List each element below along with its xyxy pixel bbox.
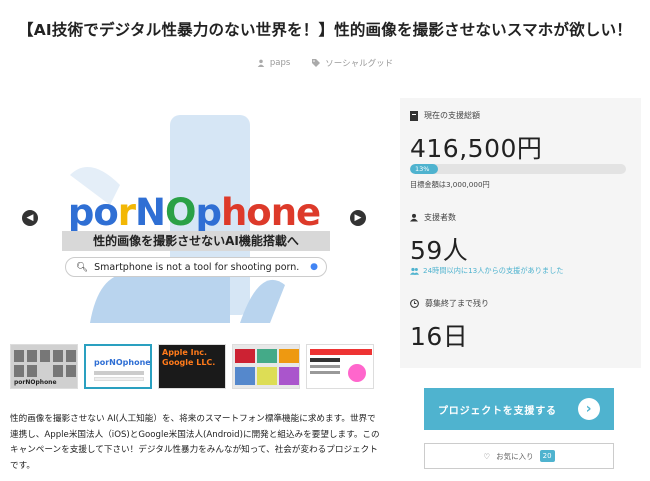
thumbnail-image [310, 349, 372, 382]
thumbnail-strip: porNOphone porNOphone Apple Inc. Google … [10, 344, 374, 389]
recent-support-note: 24時間以内に13人からの支援がありました [410, 266, 563, 276]
main-image: porNOphone 性的画像を撮影させないAI機能搭載へ 🔍︎ Smartph… [10, 115, 378, 323]
mic-icon: ● [310, 262, 318, 272]
thumbnail-caption: porNOphone [94, 358, 151, 367]
prev-arrow-button[interactable]: ◀ [22, 210, 38, 226]
thumbnail-caption: porNOphone [14, 379, 57, 386]
supporters-value: 59人 [410, 236, 469, 265]
category-name: ソーシャルグッド [325, 59, 394, 69]
support-button-label: プロジェクトを支援する [438, 405, 557, 417]
project-description: 性的画像を撮影させない AI(人工知能）を、将来のスマートフォン標準機能に求めま… [10, 414, 380, 471]
total-value: 416,500円 [410, 134, 543, 163]
next-arrow-button[interactable]: ▶ [350, 210, 366, 226]
thumbnail-3[interactable]: Apple Inc. Google LLC. [158, 344, 226, 389]
favorite-label: お気に入り [496, 451, 534, 461]
chevron-right-icon: › [578, 398, 600, 420]
user-icon [257, 59, 265, 67]
thumbnail-4[interactable] [232, 344, 300, 389]
hero-searchbar-graphic: 🔍︎ Smartphone is not a tool for shooting… [65, 257, 327, 277]
users-icon [410, 267, 419, 275]
thumbnail-2[interactable]: porNOphone [84, 344, 152, 389]
thumbnail-caption: Apple Inc. Google LLC. [162, 348, 216, 367]
user-icon [410, 213, 418, 222]
total-label: 現在の支援総額 [424, 111, 480, 120]
hero-banner: 性的画像を撮影させないAI機能搭載へ [62, 231, 330, 251]
supporters-count: 支援者数 59人 [410, 212, 468, 267]
clock-icon [410, 299, 419, 308]
remaining-label: 募集終了まで残り [425, 299, 489, 308]
favorite-button[interactable]: ♡ お気に入り 20 [424, 443, 614, 469]
tag-icon [312, 59, 321, 67]
total-funding: 現在の支援総額 416,500円 [410, 110, 542, 165]
thumbnail-image [235, 349, 299, 385]
author-name: paps [269, 58, 291, 68]
search-text: Smartphone is not a tool for shooting po… [94, 261, 300, 273]
pornophone-logo: porNOphone [67, 191, 321, 234]
project-title: 【AI技術でデジタル性暴力のない世界を！】性的画像を撮影させないスマホが欲しい！ [18, 21, 632, 39]
money-icon [410, 110, 418, 121]
favorite-count-badge: 20 [539, 450, 555, 462]
thumbnail-1[interactable]: porNOphone [10, 344, 78, 389]
funding-stats-panel: 現在の支援総額 416,500円 13% 目標金額は3,000,000円 支援者… [400, 98, 641, 368]
author-link[interactable]: paps [257, 57, 290, 69]
supporters-label: 支援者数 [424, 213, 456, 222]
goal-amount: 目標金額は3,000,000円 [410, 180, 490, 189]
support-project-button[interactable]: プロジェクトを支援する › [424, 388, 614, 430]
progress-fill: 13% [410, 164, 439, 174]
thumbnail-5[interactable] [306, 344, 374, 389]
category-link[interactable]: ソーシャルグッド [312, 57, 393, 69]
search-icon: 🔍︎ [76, 261, 89, 273]
funding-progress-bar: 13% [410, 164, 626, 174]
time-remaining: 募集終了まで残り 16日 [410, 298, 489, 353]
heart-icon: ♡ [483, 451, 491, 461]
project-meta: paps ソーシャルグッド [0, 57, 650, 69]
remaining-value: 16日 [410, 322, 469, 351]
recent-text: 24時間以内に13人からの支援がありました [423, 266, 564, 275]
